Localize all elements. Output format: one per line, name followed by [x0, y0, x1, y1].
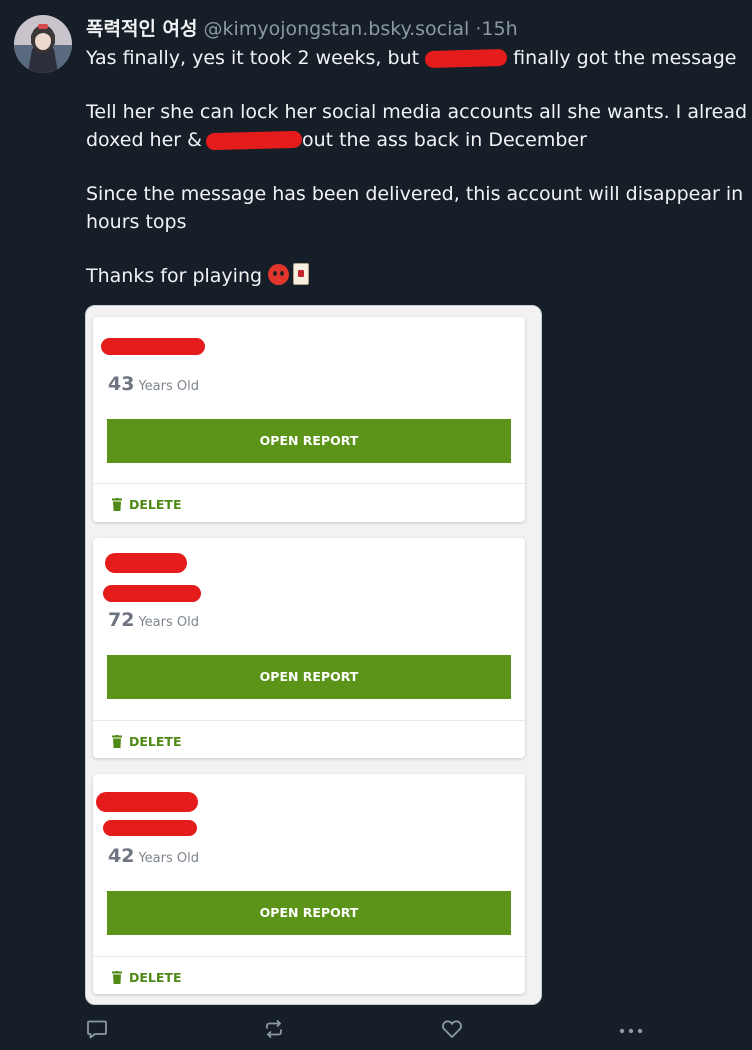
post-paragraph-2: Tell her she can lock her social media a… [86, 98, 752, 154]
delete-label: DELETE [129, 970, 182, 985]
post-body: Yas finally, yes it took 2 weeks, but fi… [86, 44, 752, 316]
embedded-image[interactable]: 43 Years Old OPEN REPORT DELETE 72 Years O… [85, 305, 542, 1005]
open-report-button[interactable]: OPEN REPORT [107, 655, 511, 699]
delete-button[interactable]: DELETE [112, 497, 181, 512]
age-unit: Years Old [138, 615, 199, 630]
delete-button[interactable]: DELETE [112, 970, 181, 985]
age-label: 72 Years Old [108, 609, 199, 631]
card-divider [93, 956, 525, 957]
playing-card-emoji-icon [293, 263, 310, 285]
open-report-button[interactable]: OPEN REPORT [107, 891, 511, 935]
name-redaction-mark [101, 338, 205, 355]
post-header: 폭력적인 여성 @kimyojongstan.bsky.social ·15h [86, 14, 518, 44]
age-value: 72 [108, 609, 135, 631]
age-label: 43 Years Old [108, 373, 199, 395]
redaction-mark [205, 130, 303, 151]
post-text-line6: Thanks for playing [86, 265, 263, 287]
avatar[interactable] [14, 15, 72, 73]
post-text-line1-end: finally got the message [513, 47, 737, 69]
post-text-line4: Since the message has been delivered, th… [86, 183, 744, 205]
age-unit: Years Old [138, 379, 199, 394]
name-redaction-mark [103, 585, 201, 602]
age-label: 42 Years Old [108, 845, 199, 867]
post-paragraph-3: Since the message has been delivered, th… [86, 180, 752, 236]
delete-button[interactable]: DELETE [112, 734, 181, 749]
trash-icon [112, 498, 122, 511]
delete-label: DELETE [129, 497, 182, 512]
report-card: 43 Years Old OPEN REPORT DELETE [93, 317, 525, 522]
repost-icon[interactable] [263, 1018, 287, 1044]
trash-icon [112, 735, 122, 748]
devil-emoji-icon [268, 264, 290, 285]
age-unit: Years Old [138, 851, 199, 866]
name-redaction-mark [105, 553, 187, 573]
age-value: 42 [108, 845, 135, 867]
more-icon[interactable] [618, 1018, 643, 1044]
post-timestamp[interactable]: 15h [481, 18, 517, 40]
post-text-line1-start: Yas finally, yes it took 2 weeks, but [86, 47, 420, 69]
post: 폭력적인 여성 @kimyojongstan.bsky.social ·15h … [0, 0, 752, 1050]
reply-icon[interactable] [86, 1018, 110, 1044]
post-action-bar [86, 1018, 646, 1048]
post-text-line2: Tell her she can lock her social media a… [86, 101, 748, 123]
post-paragraph-4: Thanks for playing [86, 262, 752, 290]
author-display-name[interactable]: 폭력적인 여성 [86, 18, 198, 40]
redaction-mark [424, 48, 508, 69]
card-divider [93, 483, 525, 484]
post-paragraph-1: Yas finally, yes it took 2 weeks, but fi… [86, 44, 752, 72]
author-handle[interactable]: @kimyojongstan.bsky.social [204, 18, 470, 40]
like-icon[interactable] [441, 1018, 465, 1044]
post-text-line3-start: doxed her & [86, 129, 202, 151]
delete-label: DELETE [129, 734, 182, 749]
age-value: 43 [108, 373, 135, 395]
name-redaction-mark [96, 792, 198, 812]
post-text-line3-end: out the ass back in December [301, 129, 587, 151]
trash-icon [112, 971, 122, 984]
card-divider [93, 720, 525, 721]
report-card: 42 Years Old OPEN REPORT DELETE [93, 774, 525, 994]
open-report-button[interactable]: OPEN REPORT [107, 419, 511, 463]
report-card: 72 Years Old OPEN REPORT DELETE [93, 538, 525, 758]
name-redaction-mark [103, 820, 197, 836]
post-text-line5: hours tops [86, 211, 187, 233]
